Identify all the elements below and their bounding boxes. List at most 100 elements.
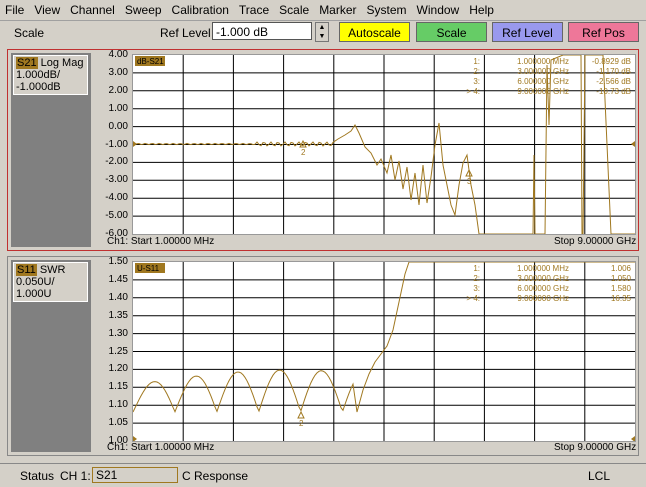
menu-scale[interactable]: Scale <box>274 3 314 17</box>
stop-frequency: Stop 9.00000 GHz <box>554 236 637 247</box>
y-tick-label: 4.00 <box>108 49 128 60</box>
y-tick-label: 1.30 <box>108 327 128 339</box>
y-tick-label: 1.45 <box>108 273 128 285</box>
y-tick-label: 1.10 <box>108 399 128 411</box>
menu-system[interactable]: System <box>362 3 412 17</box>
menu-view[interactable]: View <box>29 3 65 17</box>
ref-position-left-icon <box>133 141 137 147</box>
y-tick-label: 2.00 <box>108 84 128 96</box>
y-tick-label: 1.00 <box>108 102 128 114</box>
ref-level-button[interactable]: Ref Level <box>492 22 563 42</box>
ref-level-label: Ref Level <box>160 26 211 40</box>
y-tick-label: 1.35 <box>108 309 128 321</box>
ref-pos-button[interactable]: Ref Pos <box>568 22 639 42</box>
marker-frequency: 6.000000 GHz <box>517 284 569 293</box>
y-tick-label: -2.00 <box>105 156 128 168</box>
marker-value: 1.006 <box>611 264 632 273</box>
y-tick-label: 1.20 <box>108 363 128 375</box>
status-remote: LCL <box>588 469 611 483</box>
marker-value: 1.050 <box>611 274 632 283</box>
ref-position-right-icon <box>631 436 635 442</box>
start-frequency: Ch1: Start 1.00000 MHz <box>107 442 215 453</box>
marker-frequency: 1.000000 MHz <box>517 264 569 273</box>
y-tick-label: 0.00 <box>108 120 128 132</box>
menu-trace[interactable]: Trace <box>234 3 274 17</box>
y-tick-label: -5.00 <box>105 210 128 222</box>
marker-value: -2.566 dB <box>596 77 631 86</box>
spin-down-icon[interactable]: ▼ <box>316 32 328 41</box>
menu-file[interactable]: File <box>0 3 29 17</box>
plot-svg-s21: dB-S21 1: 1.000000 MHz -0.8929 dB 2: 3.000000… <box>132 54 635 235</box>
stop-frequency: Stop 9.00000 GHz <box>554 442 637 453</box>
y-tick-label: 1.40 <box>108 291 128 303</box>
marker-value: -1.170 dB <box>596 67 631 76</box>
marker-value: -10.73 dB <box>596 87 631 96</box>
trace-sidebar: S11 SWR 0.050U/ 1.000U <box>11 260 91 452</box>
toolbar-section-label: Scale <box>14 26 45 40</box>
y-axis-labels: 4.00 3.00 2.00 1.00 0.00 -1.00 -2.00 -3.00 -4.00… <box>96 49 130 239</box>
autoscale-button[interactable]: Autoscale <box>339 22 410 42</box>
plot-area-s21[interactable]: dB-S21 1: 1.000000 MHz -0.8929 dB 2: 3.000000… <box>132 54 636 235</box>
menu-help[interactable]: Help <box>464 3 499 17</box>
marker-frequency: 9.000000 GHz <box>517 87 569 96</box>
y-tick-label: -1.00 <box>105 138 128 150</box>
trace-scale: 1.000dB/ <box>16 69 61 81</box>
y-tick-label: 1.05 <box>108 417 128 429</box>
trace-format: SWR <box>39 264 66 276</box>
ref-level-spinner[interactable]: ▲ ▼ <box>315 22 329 42</box>
trace-window-s11[interactable]: S11 SWR 0.050U/ 1.000U 1.50 1.45 1.40 1.35 1… <box>7 256 639 456</box>
marker-id: 3: <box>473 77 480 86</box>
marker-frequency: 9.000000 GHz <box>517 294 569 303</box>
marker-frequency: 1.000000 MHz <box>517 57 569 66</box>
ref-position-left-icon <box>133 436 137 442</box>
marker-number: 3 <box>467 177 472 186</box>
trace-tag-label: dB-S21 <box>137 57 164 66</box>
ref-level-input[interactable]: -1.000 dB <box>212 22 312 40</box>
plot-area-s11[interactable]: U-S11 1: 1.000000 MHz 1.006 2: 3.000000 GHz 1.… <box>132 261 636 442</box>
trace-sidebar: S21 Log Mag 1.000dB/ -1.000dB <box>11 53 91 247</box>
marker-id: 3: <box>473 284 480 293</box>
menu-window[interactable]: Window <box>412 3 465 17</box>
marker-number: 2 <box>299 419 304 428</box>
status-cal-mode: C Response <box>182 469 249 483</box>
start-frequency: Ch1: Start 1.00000 MHz <box>107 236 215 247</box>
y-tick-label: 1.25 <box>108 345 128 357</box>
toolbar: Scale Ref Level -1.000 dB ▲ ▼ Autoscale … <box>0 21 646 45</box>
trace-ref: 1.000U <box>16 288 52 300</box>
marker-value: 1.580 <box>611 284 632 293</box>
status-active-param[interactable]: S21 <box>92 467 178 483</box>
trace-id-badge: S11 <box>16 264 37 276</box>
trace-format: Log Mag <box>40 57 84 69</box>
status-channel: CH 1: <box>60 469 91 483</box>
marker-triangle <box>297 410 305 419</box>
marker-frequency: 6.000000 GHz <box>517 77 569 86</box>
y-tick-label: 3.00 <box>108 66 128 78</box>
y-tick-label: -3.00 <box>105 174 128 186</box>
trace-info-s21[interactable]: S21 Log Mag 1.000dB/ -1.000dB <box>13 55 88 95</box>
menu-sweep[interactable]: Sweep <box>120 3 167 17</box>
trace-info-s11[interactable]: S11 SWR 0.050U/ 1.000U <box>13 262 88 302</box>
scale-button[interactable]: Scale <box>416 22 487 42</box>
status-label: Status <box>20 469 55 483</box>
marker-number: 2 <box>301 148 306 157</box>
marker-value: 16.35 <box>611 294 632 303</box>
menu-marker[interactable]: Marker <box>314 3 361 17</box>
menu-calibration[interactable]: Calibration <box>167 3 234 17</box>
trace-id-badge: S21 <box>16 57 38 69</box>
spin-up-icon[interactable]: ▲ <box>316 23 328 32</box>
marker-id: 1: <box>473 264 480 273</box>
y-tick-label: -4.00 <box>105 192 128 204</box>
trace-ref: -1.000dB <box>16 81 61 93</box>
trace-tag-label: U-S11 <box>137 264 160 273</box>
menu-bar: File View Channel Sweep Calibration Trace Scal… <box>0 0 646 21</box>
marker-id: 2: <box>473 274 480 283</box>
menu-channel[interactable]: Channel <box>65 3 120 17</box>
trace-window-s21[interactable]: S21 Log Mag 1.000dB/ -1.000dB 4.00 3.00 2.… <box>7 49 639 251</box>
y-tick-label: 1.15 <box>108 381 128 393</box>
trace-scale: 0.050U/ <box>16 276 55 288</box>
status-bar: Status CH 1: S21 C Response LCL <box>0 463 646 487</box>
marker-value: -0.8929 dB <box>592 57 631 66</box>
marker-id: > 4: <box>466 87 480 96</box>
ref-position-right-icon <box>631 141 635 147</box>
marker-id: > 4: <box>466 294 480 303</box>
